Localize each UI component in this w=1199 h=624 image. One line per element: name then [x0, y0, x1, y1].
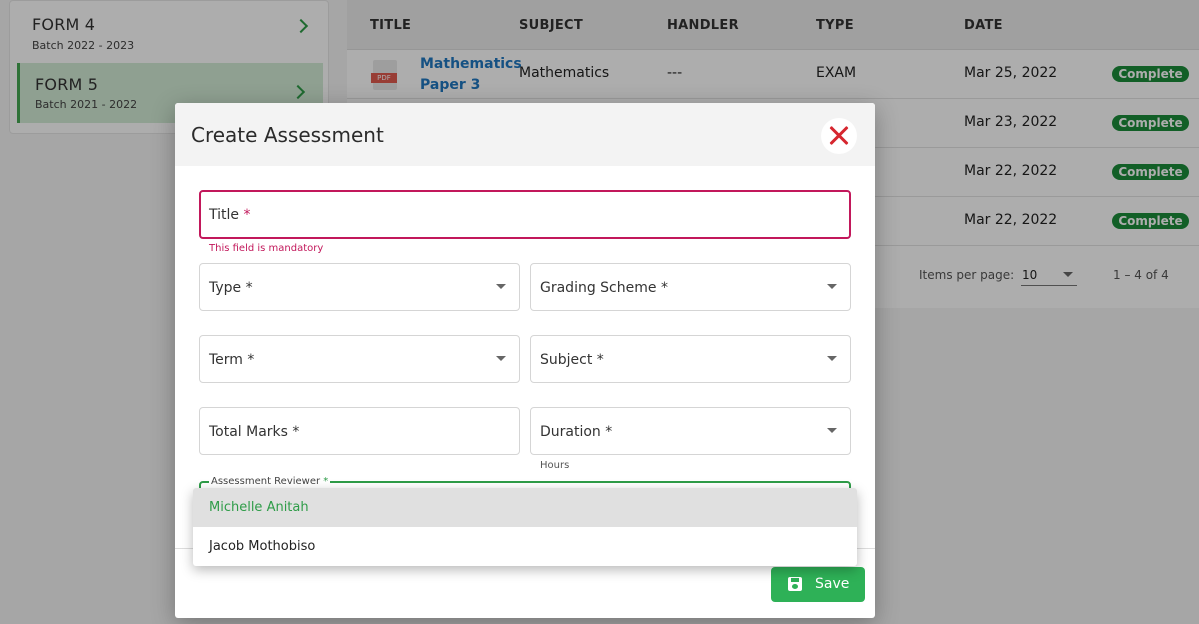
required-marker: * — [243, 207, 251, 223]
dialog-header: Create Assessment — [175, 103, 875, 166]
save-button-label: Save — [815, 576, 850, 592]
title-label-text: Title — [209, 207, 240, 223]
term-select[interactable]: Term * — [199, 335, 520, 383]
caret-down-icon — [827, 356, 837, 361]
save-button[interactable]: Save — [771, 567, 865, 602]
term-label: Term * — [209, 352, 255, 368]
title-field-label: Title * — [209, 207, 250, 223]
total-marks-input[interactable]: Total Marks * — [199, 407, 520, 455]
reviewer-option-jacob-mothobiso[interactable]: Jacob Mothobiso — [193, 527, 857, 566]
caret-down-icon — [827, 284, 837, 289]
assessment-reviewer-label: Assessment Reviewer * — [209, 476, 331, 487]
duration-label: Duration * — [540, 424, 613, 440]
reviewer-option-michelle-anitah[interactable]: Michelle Anitah — [193, 488, 857, 527]
option-label: Michelle Anitah — [209, 500, 309, 515]
subject-label: Subject * — [540, 352, 604, 368]
dialog-title: Create Assessment — [191, 123, 384, 147]
close-icon[interactable] — [821, 118, 857, 154]
reviewer-options-panel: Michelle Anitah Jacob Mothobiso — [193, 488, 857, 566]
title-field[interactable]: Title * — [199, 190, 851, 239]
duration-select[interactable]: Duration * — [530, 407, 851, 455]
type-select[interactable]: Type * — [199, 263, 520, 311]
grading-scheme-label: Grading Scheme * — [540, 280, 668, 296]
title-error-message: This field is mandatory — [209, 243, 324, 254]
reviewer-label-text: Assessment Reviewer — [211, 476, 321, 487]
total-marks-label: Total Marks * — [209, 424, 300, 440]
option-label: Jacob Mothobiso — [209, 539, 316, 554]
save-icon — [788, 577, 802, 591]
subject-select[interactable]: Subject * — [530, 335, 851, 383]
caret-down-icon — [496, 356, 506, 361]
caret-down-icon — [496, 284, 506, 289]
type-label: Type * — [209, 280, 253, 296]
grading-scheme-select[interactable]: Grading Scheme * — [530, 263, 851, 311]
required-marker: * — [323, 476, 329, 487]
caret-down-icon — [827, 428, 837, 433]
duration-hint: Hours — [540, 460, 570, 471]
